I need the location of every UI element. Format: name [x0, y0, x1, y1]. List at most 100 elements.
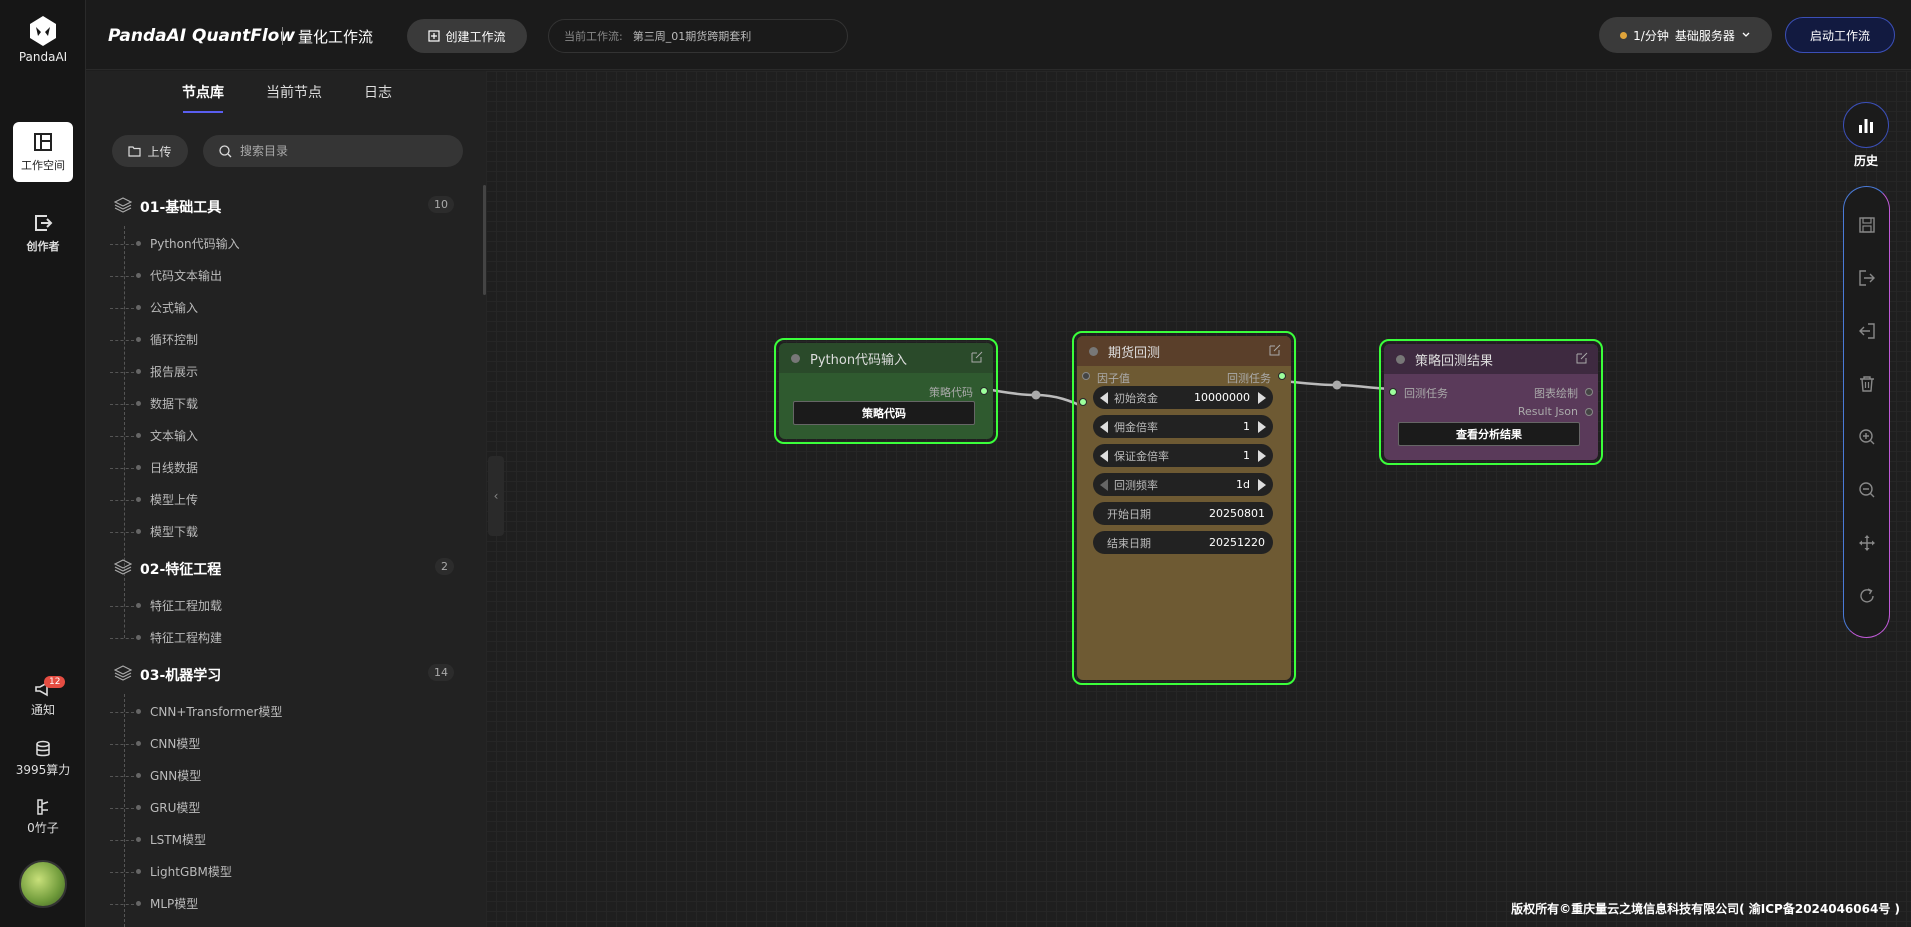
- input-port[interactable]: [1389, 388, 1397, 396]
- import-button[interactable]: [1856, 320, 1878, 342]
- left-rail: PandaAI 工作空间 创作者 12 通知 3995算力 0竹子: [0, 0, 86, 927]
- node-title: 期货回测: [1108, 345, 1161, 361]
- app-root: PandaAI 工作空间 创作者 12 通知 3995算力 0竹子 PandaA…: [0, 0, 1911, 927]
- widget-commission-rate[interactable]: 佣金倍率 1: [1093, 415, 1273, 438]
- move-button[interactable]: [1856, 532, 1878, 554]
- node-title-bar[interactable]: 期货回测: [1077, 336, 1291, 366]
- refresh-button[interactable]: [1856, 585, 1878, 607]
- category-count: 14: [428, 664, 454, 681]
- server-name: 基础服务器: [1674, 28, 1735, 43]
- increment-arrow-icon[interactable]: [1258, 391, 1266, 404]
- zoom-in-icon: [1859, 429, 1875, 445]
- delete-icon: [1860, 376, 1874, 392]
- logo[interactable]: PandaAI: [0, 14, 86, 64]
- creator-icon: [35, 215, 53, 231]
- create-workflow-label: 创建工作流: [445, 29, 506, 44]
- increment-arrow-icon[interactable]: [1258, 449, 1266, 462]
- save-icon: [1859, 217, 1875, 233]
- plus-square-icon: [428, 30, 441, 42]
- delete-button[interactable]: [1856, 373, 1878, 395]
- top-header: PandaAI QuantFlow 量化工作流 创建工作流 当前工作流: 第三周…: [86, 0, 1911, 70]
- tab-log[interactable]: 日志: [364, 82, 392, 102]
- widget-margin-rate[interactable]: 保证金倍率 1: [1093, 444, 1273, 467]
- category-name: 01-基础工具: [140, 200, 222, 216]
- category-basic-tools[interactable]: 01-基础工具 10: [114, 194, 454, 218]
- rail-workspace-label: 工作空间: [21, 159, 65, 172]
- widget-backtest-frequency[interactable]: 回测频率 1d: [1093, 473, 1273, 496]
- panel-collapse-handle[interactable]: ‹: [488, 456, 504, 536]
- start-workflow-button[interactable]: 启动工作流: [1785, 17, 1895, 53]
- node-status-dot: [791, 353, 800, 363]
- port-label: 回测任务: [1404, 387, 1448, 400]
- node-status-dot: [1396, 354, 1405, 364]
- zoom-in-button[interactable]: [1856, 426, 1878, 448]
- refresh-icon: [1860, 588, 1874, 603]
- increment-arrow-icon[interactable]: [1258, 478, 1266, 491]
- brand-divider: [282, 27, 283, 45]
- canvas-toolbar: [1843, 186, 1890, 638]
- node-title-bar[interactable]: Python代码输入: [779, 343, 993, 373]
- tab-node-library[interactable]: 节点库: [182, 82, 224, 102]
- strategy-code-button[interactable]: 策略代码: [793, 401, 975, 425]
- decrement-arrow-icon[interactable]: [1100, 391, 1108, 404]
- zoom-out-button[interactable]: [1856, 479, 1878, 501]
- history-button[interactable]: [1843, 102, 1889, 148]
- server-select[interactable]: 1/分钟 基础服务器: [1599, 17, 1772, 53]
- decrement-arrow-icon[interactable]: [1100, 449, 1108, 462]
- bar-chart-icon: [1859, 119, 1873, 133]
- view-analysis-button[interactable]: 查看分析结果: [1398, 422, 1580, 446]
- rail-bamboo-label: 0竹子: [27, 821, 59, 835]
- output-port-json[interactable]: [1585, 408, 1593, 416]
- input-port-strategy[interactable]: [1079, 398, 1087, 406]
- rail-compute[interactable]: 3995算力: [0, 740, 86, 778]
- create-workflow-button[interactable]: 创建工作流: [407, 19, 527, 53]
- current-workflow-field[interactable]: 当前工作流: 第三周_01期货跨期套利: [548, 19, 848, 53]
- panel-tabs: 节点库 当前节点 日志: [86, 71, 486, 115]
- import-icon: [1859, 323, 1875, 339]
- rail-creator[interactable]: 创作者: [13, 203, 73, 263]
- server-rate: 1/分钟: [1633, 28, 1669, 43]
- rail-compute-label: 3995算力: [15, 763, 71, 777]
- decrement-arrow-icon[interactable]: [1100, 478, 1108, 491]
- rail-notify[interactable]: 12 通知: [0, 676, 86, 718]
- widget-end-date[interactable]: 结束日期 20251220: [1093, 531, 1273, 554]
- output-port-chart[interactable]: [1585, 388, 1593, 396]
- avatar[interactable]: [19, 860, 67, 908]
- logo-text: PandaAI: [18, 50, 68, 64]
- port-label: 因子值: [1097, 372, 1130, 385]
- category-count: 10: [428, 196, 454, 213]
- category-feature-engineering[interactable]: 02-特征工程 2: [114, 556, 454, 580]
- category-machine-learning[interactable]: 03-机器学习 14: [114, 662, 454, 686]
- tree-line: [124, 226, 125, 601]
- workspace-icon: [34, 133, 52, 151]
- output-port[interactable]: [980, 387, 988, 395]
- server-status-dot: [1620, 31, 1628, 39]
- edit-icon[interactable]: [971, 351, 983, 363]
- node-futures-backtest[interactable]: 期货回测 因子值 回测任务 初始资金 10000000 佣金倍率 1 保证金倍率…: [1072, 331, 1296, 685]
- node-strategy-result[interactable]: 策略回测结果 回测任务 图表绘制 Result Json 查看分析结果: [1379, 339, 1603, 465]
- output-port[interactable]: [1278, 372, 1286, 380]
- edit-icon[interactable]: [1269, 344, 1281, 356]
- save-button[interactable]: [1856, 214, 1878, 236]
- node-title-bar[interactable]: 策略回测结果: [1384, 344, 1598, 374]
- search-input[interactable]: [240, 144, 440, 158]
- increment-arrow-icon[interactable]: [1258, 420, 1266, 433]
- input-port-factor[interactable]: [1082, 372, 1090, 380]
- rail-workspace[interactable]: 工作空间: [13, 122, 73, 182]
- widget-initial-capital[interactable]: 初始资金 10000000: [1093, 386, 1273, 409]
- port-label: 图表绘制: [1534, 387, 1578, 400]
- rail-bamboo[interactable]: 0竹子: [0, 798, 86, 836]
- edit-icon[interactable]: [1576, 352, 1588, 364]
- zoom-out-icon: [1859, 482, 1875, 498]
- node-python-code-input[interactable]: Python代码输入 策略代码 策略代码: [774, 338, 998, 444]
- node-library-panel: 节点库 当前节点 日志 上传 01-基础工具 10: [86, 71, 486, 927]
- decrement-arrow-icon[interactable]: [1100, 420, 1108, 433]
- brand-subtitle: 量化工作流: [298, 28, 374, 46]
- widget-start-date[interactable]: 开始日期 20250801: [1093, 502, 1273, 525]
- tab-current-node[interactable]: 当前节点: [266, 82, 322, 102]
- export-icon: [1859, 270, 1875, 286]
- tree-line: [124, 694, 125, 927]
- node-status-dot: [1089, 346, 1098, 356]
- export-button[interactable]: [1856, 267, 1878, 289]
- upload-button[interactable]: 上传: [112, 135, 188, 167]
